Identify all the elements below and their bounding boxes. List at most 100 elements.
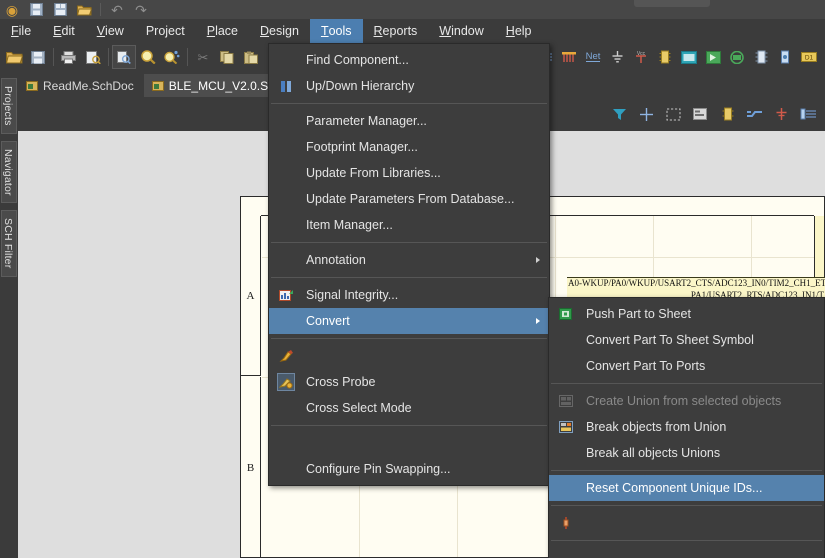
- menu-item-push-part-to-sheet[interactable]: Push Part to Sheet: [549, 301, 824, 327]
- menu-separator: [551, 470, 822, 471]
- menu-item-cross-select-mode[interactable]: Cross Probe: [269, 369, 549, 395]
- print-preview-icon[interactable]: [81, 45, 105, 69]
- sidebar-item-projects[interactable]: Projects: [1, 78, 17, 134]
- cross-select-icon: [277, 373, 295, 391]
- menu-item-label: Annotation: [306, 253, 366, 267]
- chevron-right-icon: [536, 257, 540, 263]
- menu-item-label: Convert Part To Ports: [586, 359, 706, 373]
- menu-item-break-objects-from-union[interactable]: Break objects from Union: [549, 414, 824, 440]
- cross-junction-icon: [557, 514, 575, 532]
- place-sheet-symbol-icon[interactable]: [677, 45, 701, 69]
- menu-tools[interactable]: Tools: [309, 19, 363, 43]
- place-bus-icon[interactable]: [557, 45, 581, 69]
- power-port-icon[interactable]: [769, 102, 794, 126]
- sidebar-item-navigator[interactable]: Navigator: [1, 140, 17, 204]
- open-folder-icon[interactable]: [74, 1, 94, 18]
- wire-routing-icon[interactable]: [742, 102, 767, 126]
- place-component-icon[interactable]: [773, 45, 797, 69]
- menu-separator: [551, 540, 822, 541]
- menu-window[interactable]: Window: [428, 19, 494, 43]
- menu-item-label: Convert Part To Sheet Symbol: [586, 333, 754, 347]
- menu-item-find-component[interactable]: Find Component...: [269, 47, 549, 73]
- menu-item-parameter-manager[interactable]: Parameter Manager...: [269, 108, 549, 134]
- menu-item-configure-pin-swapping[interactable]: [269, 430, 549, 456]
- menu-help[interactable]: Help: [495, 19, 543, 43]
- menu-project[interactable]: Pro j ect: [135, 19, 196, 43]
- menu-item-update-parameters-from-database[interactable]: Update Parameters From Database...: [269, 186, 549, 212]
- menu-reports[interactable]: Reports: [363, 19, 429, 43]
- place-vcc-icon[interactable]: Vcc: [629, 45, 653, 69]
- place-sheet-entry-icon[interactable]: [701, 45, 725, 69]
- crosshair-icon[interactable]: [634, 102, 659, 126]
- menu-item-label: Reset Component Unique IDs...: [586, 481, 763, 495]
- zoom-in-icon[interactable]: [136, 45, 160, 69]
- menu-item-preferences[interactable]: Configure Pin Swapping...: [269, 456, 549, 482]
- document-tab-label: BLE_MCU_V2.0.SchDo: [168, 78, 274, 93]
- menu-item-label: Footprint Manager...: [306, 140, 418, 154]
- menu-item-convert[interactable]: Convert: [269, 308, 549, 334]
- toolbar-divider: [53, 48, 54, 66]
- place-designator-icon[interactable]: D1: [797, 45, 821, 69]
- menu-item-cross-probe[interactable]: [269, 343, 549, 369]
- component-icon[interactable]: [715, 102, 740, 126]
- schematic-document-icon: [26, 80, 38, 91]
- place-gnd-icon[interactable]: [605, 45, 629, 69]
- menu-item-item-manager[interactable]: Item Manager...: [269, 212, 549, 238]
- place-part-icon[interactable]: [653, 45, 677, 69]
- save-document-icon[interactable]: [26, 45, 50, 69]
- menu-item-convert-part-to-sheet-symbol[interactable]: Convert Part To Sheet Symbol: [549, 327, 824, 353]
- place-net-label-icon[interactable]: Net: [581, 45, 605, 69]
- app-logo-icon[interactable]: ◉: [2, 1, 22, 18]
- menu-file[interactable]: File: [0, 19, 42, 43]
- menu-edit[interactable]: Edit: [42, 19, 86, 43]
- menu-item-convert-part-to-ports[interactable]: Convert Part To Ports: [549, 353, 824, 379]
- select-area-icon[interactable]: [661, 102, 686, 126]
- menu-item-signal-integrity[interactable]: Signal Integrity...: [269, 282, 549, 308]
- create-union-icon: [557, 392, 575, 410]
- save-icon[interactable]: [26, 1, 46, 18]
- menu-item-label: Find Component...: [306, 53, 409, 67]
- place-device-icon[interactable]: [749, 45, 773, 69]
- open-document-icon[interactable]: [2, 45, 26, 69]
- menu-item-annotation[interactable]: Annotation: [269, 247, 549, 273]
- menu-item-round-coordinates[interactable]: [549, 545, 824, 558]
- menu-place[interactable]: Place: [196, 19, 249, 43]
- menu-separator: [271, 242, 547, 243]
- menu-separator: [271, 425, 547, 426]
- menu-item-up-down-hierarchy[interactable]: Up/Down Hierarchy: [269, 73, 549, 99]
- menu-item-footprint-manager[interactable]: Footprint Manager...: [269, 134, 549, 160]
- zoom-select-icon[interactable]: [160, 45, 184, 69]
- print-icon[interactable]: [57, 45, 81, 69]
- cut-icon[interactable]: ✂: [191, 45, 215, 69]
- zoom-document-icon[interactable]: [112, 45, 136, 69]
- menu-design[interactable]: Design: [249, 19, 310, 43]
- place-port-icon[interactable]: [725, 45, 749, 69]
- copy-icon[interactable]: [215, 45, 239, 69]
- filter-icon[interactable]: [607, 102, 632, 126]
- sidebar-item-sch-filter[interactable]: SCH Filter: [1, 210, 17, 277]
- menu-separator: [271, 103, 547, 104]
- convert-submenu[interactable]: Push Part to Sheet Convert Part To Sheet…: [548, 297, 825, 558]
- menu-item-label: Item Manager...: [306, 218, 393, 232]
- tools-dropdown-menu[interactable]: Find Component... Up/Down Hierarchy Para…: [268, 43, 550, 486]
- menu-item-update-from-libraries[interactable]: Update From Libraries...: [269, 160, 549, 186]
- document-tab-readme[interactable]: ReadMe.SchDoc: [18, 74, 144, 97]
- menu-item-break-all-objects-unions[interactable]: Break all objects Unions: [549, 440, 824, 466]
- menu-item-select-pcb-components[interactable]: Cross Select Mode: [269, 395, 549, 421]
- redo-icon[interactable]: ↷: [131, 1, 151, 18]
- undo-icon[interactable]: ↶: [107, 1, 127, 18]
- toolbar-divider: [108, 48, 109, 66]
- menu-separator: [271, 338, 547, 339]
- menu-view[interactable]: View: [86, 19, 135, 43]
- sheet-symbol-icon[interactable]: [688, 102, 713, 126]
- menu-item-reset-component-unique-ids[interactable]: Reset Component Unique IDs...: [549, 475, 824, 501]
- bus-entry-icon[interactable]: [796, 102, 821, 126]
- paste-icon[interactable]: [239, 45, 263, 69]
- menu-item-label: Cross Select Mode: [306, 401, 412, 415]
- menu-item-convert-cross-junctions[interactable]: [549, 510, 824, 536]
- menu-separator: [551, 505, 822, 506]
- toolbar-divider: [100, 3, 101, 16]
- save-all-icon[interactable]: [50, 1, 70, 18]
- document-tab-ble-mcu[interactable]: BLE_MCU_V2.0.SchDo: [143, 74, 274, 97]
- menu-file-label-rest: ile: [18, 24, 32, 38]
